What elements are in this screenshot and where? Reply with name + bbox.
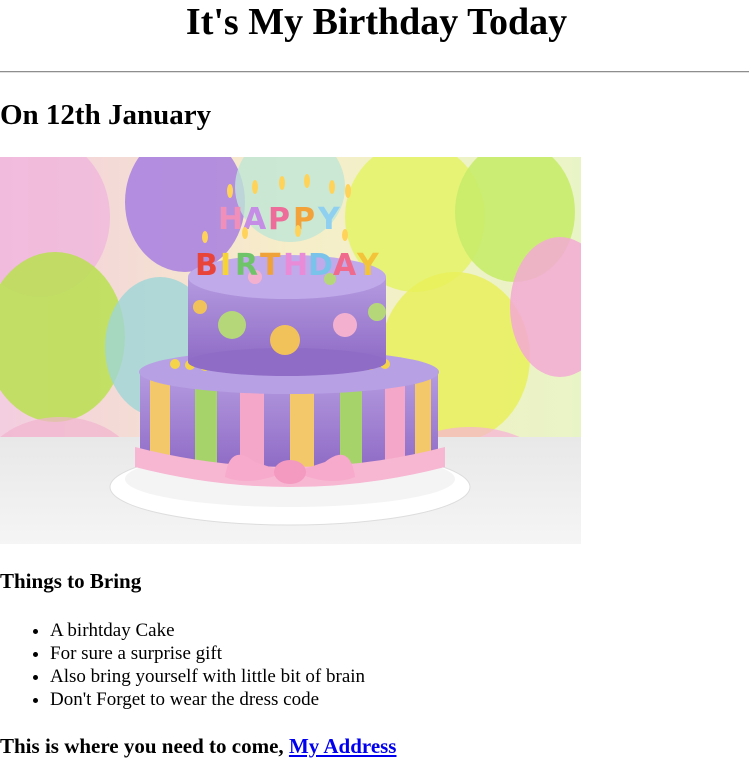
svg-text:R: R [235, 248, 258, 283]
birthday-cake-image: H A P P Y B I R T H D A Y [0, 157, 581, 544]
svg-text:I: I [220, 248, 231, 283]
list-item: Also bring yourself with little bit of b… [50, 665, 365, 688]
svg-text:Y: Y [317, 202, 341, 237]
horizontal-rule [0, 71, 749, 73]
page-title: It's My Birthday Today [185, 1, 568, 43]
svg-text:H: H [218, 202, 243, 237]
svg-text:B: B [195, 248, 218, 283]
list-item: Don't Forget to wear the dress code [50, 688, 365, 711]
svg-text:P: P [268, 202, 290, 237]
my-address-link[interactable]: My Address [289, 734, 397, 758]
svg-text:H: H [283, 248, 308, 283]
things-to-bring-heading: Things to Bring [0, 569, 142, 593]
svg-text:A: A [333, 248, 357, 283]
list-item: A birhtday Cake [50, 619, 365, 642]
svg-text:D: D [308, 248, 333, 283]
list-item: For sure a surprise gift [50, 642, 365, 665]
things-to-bring-list: A birhtday Cake For sure a surprise gift… [0, 619, 365, 711]
svg-text:T: T [260, 248, 281, 283]
address-line: This is where you need to come, My Addre… [0, 733, 396, 759]
svg-text:Y: Y [356, 248, 380, 283]
address-text: This is where you need to come, [0, 734, 289, 758]
date-heading: On 12th January [0, 99, 212, 131]
